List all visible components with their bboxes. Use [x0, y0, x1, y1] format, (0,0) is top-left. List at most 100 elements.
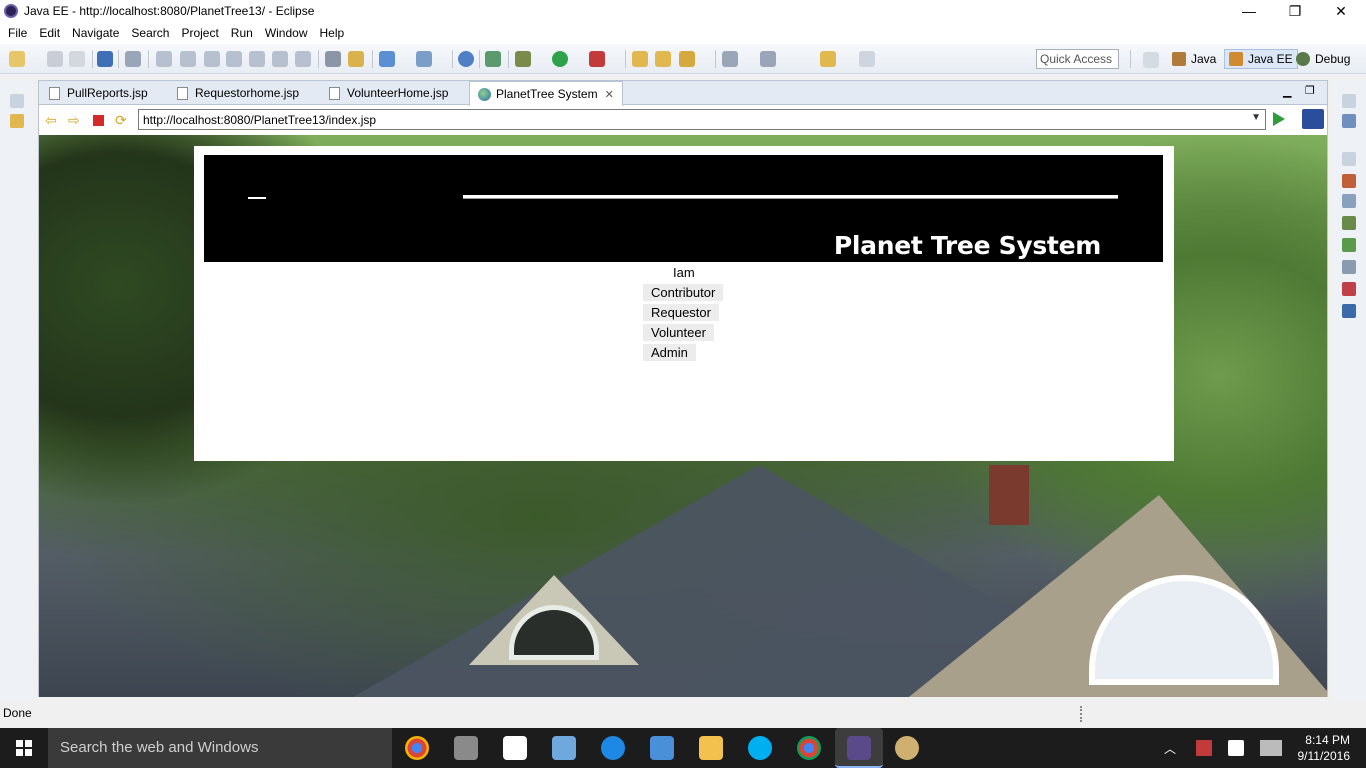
markers-icon[interactable]: [1342, 174, 1356, 188]
properties-icon[interactable]: [1342, 194, 1356, 208]
quick-access-input[interactable]: Quick Access: [1036, 49, 1119, 69]
problems-icon[interactable]: [1342, 282, 1356, 296]
run-external-icon[interactable]: [589, 51, 605, 67]
suspend-icon[interactable]: [180, 51, 196, 67]
open-task-icon[interactable]: [655, 51, 671, 67]
use-step-filters-icon[interactable]: [348, 51, 364, 67]
resume-icon[interactable]: [156, 51, 172, 67]
minimize-button[interactable]: —: [1226, 0, 1272, 22]
refresh-icon[interactable]: ⟳: [115, 112, 127, 129]
save-all-icon[interactable]: [69, 51, 85, 67]
debug-perspective-icon: [1296, 52, 1310, 66]
paint-icon[interactable]: [895, 736, 919, 760]
menu-search[interactable]: Search: [127, 26, 173, 40]
chrome-icon[interactable]: [405, 736, 429, 760]
servers-icon[interactable]: [1342, 216, 1356, 230]
menu-window[interactable]: Window: [261, 26, 312, 40]
annotation-prev-icon[interactable]: [760, 51, 776, 67]
back-icon[interactable]: [820, 51, 836, 67]
skip-breakpoints-icon[interactable]: [125, 51, 141, 67]
admin-button[interactable]: Admin: [643, 344, 696, 361]
step-return-icon[interactable]: [295, 51, 311, 67]
globe-icon[interactable]: [458, 51, 474, 67]
task-view-icon[interactable]: [454, 736, 478, 760]
menu-edit[interactable]: Edit: [35, 26, 64, 40]
explorer-icon[interactable]: [699, 736, 723, 760]
close-button[interactable]: ✕: [1318, 0, 1364, 22]
open-perspective-icon[interactable]: [1143, 52, 1159, 68]
outline-icon[interactable]: [1342, 114, 1356, 128]
annotation-next-icon[interactable]: [722, 51, 738, 67]
taskbar-clock[interactable]: 8:14 PM 9/11/2016: [1290, 732, 1351, 764]
menu-bar: File Edit Navigate Search Project Run Wi…: [0, 22, 1366, 44]
tab-pullreports[interactable]: PullReports.jsp: [41, 81, 156, 105]
minimize-editor-icon[interactable]: ▁: [1283, 85, 1291, 98]
requestor-button[interactable]: Requestor: [643, 304, 719, 321]
forward-icon[interactable]: ⇨: [68, 112, 80, 129]
deploy-icon[interactable]: [485, 51, 501, 67]
console-icon[interactable]: [1342, 304, 1356, 318]
tab-volunteerhome[interactable]: VolunteerHome.jsp: [321, 81, 456, 105]
virtualbox-icon[interactable]: [552, 736, 576, 760]
perspective-java[interactable]: Java: [1168, 49, 1220, 69]
search-icon[interactable]: [679, 51, 695, 67]
tab-requestorhome[interactable]: Requestorhome.jsp: [169, 81, 307, 105]
editor-tabbar: PullReports.jsp Requestorhome.jsp Volunt…: [39, 81, 1327, 106]
menu-project[interactable]: Project: [177, 26, 222, 40]
status-grip[interactable]: [1080, 706, 1083, 722]
tray-app-icon[interactable]: [1196, 740, 1212, 756]
terminal-icon[interactable]: [97, 51, 113, 67]
photos-icon[interactable]: [650, 736, 674, 760]
volunteer-button[interactable]: Volunteer: [643, 324, 714, 341]
tab-planettree-system[interactable]: PlanetTree System ✕: [469, 81, 623, 106]
forward-icon[interactable]: [859, 51, 875, 67]
new-icon[interactable]: [9, 51, 25, 67]
chrome-icon[interactable]: [797, 736, 821, 760]
open-type-icon[interactable]: [632, 51, 648, 67]
keyboard-icon[interactable]: [1260, 740, 1282, 756]
new-class-icon[interactable]: [416, 51, 432, 67]
run-icon[interactable]: [552, 51, 568, 67]
windows-start-icon[interactable]: [0, 728, 48, 768]
restore-view-icon[interactable]: [1342, 152, 1356, 166]
taskbar-search-input[interactable]: Search the web and Windows: [48, 728, 392, 768]
snippets-icon[interactable]: [1342, 260, 1356, 274]
left-trim: [0, 80, 33, 700]
menu-run[interactable]: Run: [227, 26, 257, 40]
perspective-javaee[interactable]: Java EE: [1224, 49, 1298, 69]
open-external-browser-icon[interactable]: [1302, 109, 1324, 129]
store-icon[interactable]: [503, 736, 527, 760]
debug-icon[interactable]: [515, 51, 531, 67]
edge-icon[interactable]: [601, 736, 625, 760]
terminate-icon[interactable]: [204, 51, 220, 67]
close-icon[interactable]: ✕: [605, 88, 614, 101]
stop-icon[interactable]: [93, 115, 104, 126]
skype-icon[interactable]: [748, 736, 772, 760]
disconnect-icon[interactable]: [226, 51, 242, 67]
url-input[interactable]: http://localhost:8080/PlanetTree13/index…: [138, 109, 1266, 130]
data-source-icon[interactable]: [1342, 238, 1356, 252]
menu-file[interactable]: File: [4, 26, 31, 40]
chevron-down-icon[interactable]: ▼: [1251, 112, 1261, 123]
role-prompt: Iam: [673, 265, 695, 280]
menu-help[interactable]: Help: [316, 26, 349, 40]
step-over-icon[interactable]: [272, 51, 288, 67]
maximize-editor-icon[interactable]: ❐: [1305, 84, 1315, 97]
go-icon[interactable]: [1273, 112, 1285, 126]
restore-button[interactable]: ❐: [1272, 0, 1318, 22]
chevron-up-icon[interactable]: ︿: [1164, 740, 1176, 757]
brand-title: Planet Tree System: [833, 231, 1101, 260]
perspective-debug[interactable]: Debug: [1292, 49, 1354, 69]
project-explorer-icon[interactable]: [10, 114, 24, 128]
restore-view-icon[interactable]: [10, 94, 24, 108]
step-into-icon[interactable]: [249, 51, 265, 67]
eclipse-task[interactable]: [835, 728, 883, 768]
drop-to-frame-icon[interactable]: [325, 51, 341, 67]
restore-view-icon[interactable]: [1342, 94, 1356, 108]
new-server-icon[interactable]: [379, 51, 395, 67]
notification-icon[interactable]: [1228, 740, 1244, 756]
contributor-button[interactable]: Contributor: [643, 284, 724, 301]
back-icon[interactable]: ⇦: [45, 112, 57, 129]
save-icon[interactable]: [47, 51, 63, 67]
menu-navigate[interactable]: Navigate: [68, 26, 123, 40]
